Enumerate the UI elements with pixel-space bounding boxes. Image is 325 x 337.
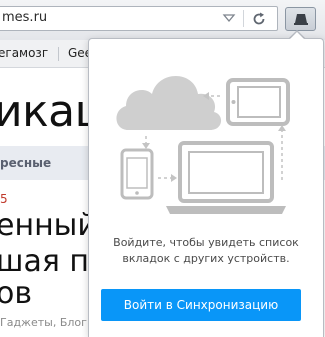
url-bar[interactable]: mes.ru — [0, 6, 278, 31]
nav-label[interactable]: ресные — [0, 156, 51, 170]
bookmark-separator — [58, 47, 59, 61]
phone-icon — [120, 148, 154, 200]
sync-message: Войдите, чтобы увидеть список вкладок с … — [113, 236, 299, 265]
sync-devices-illustration — [116, 76, 290, 214]
sync-tabs-button[interactable] — [285, 7, 316, 31]
url-separator — [243, 10, 244, 27]
bookmark-item-1[interactable]: егамозг — [0, 46, 48, 60]
reload-icon[interactable] — [250, 10, 268, 28]
url-text[interactable]: mes.ru — [2, 10, 47, 25]
laptop-icon — [166, 141, 286, 214]
browser-window: икац ресные 5 енный т шая под ов Гаджеты… — [0, 0, 325, 337]
url-dropdown-icon[interactable] — [221, 10, 237, 26]
article-title-line-3[interactable]: ов — [0, 276, 32, 312]
sync-tabs-icon — [294, 14, 308, 25]
sync-signin-button[interactable]: Войти в Синхронизацию — [101, 289, 301, 321]
cloud-icon — [116, 76, 222, 130]
nav-toolbar: mes.ru — [0, 0, 325, 40]
article-tags[interactable]: Гаджеты, Блог — [0, 316, 87, 329]
tablet-icon — [226, 78, 290, 126]
article-mark: 5 — [0, 192, 8, 206]
panel-arrow-fill — [289, 32, 305, 40]
